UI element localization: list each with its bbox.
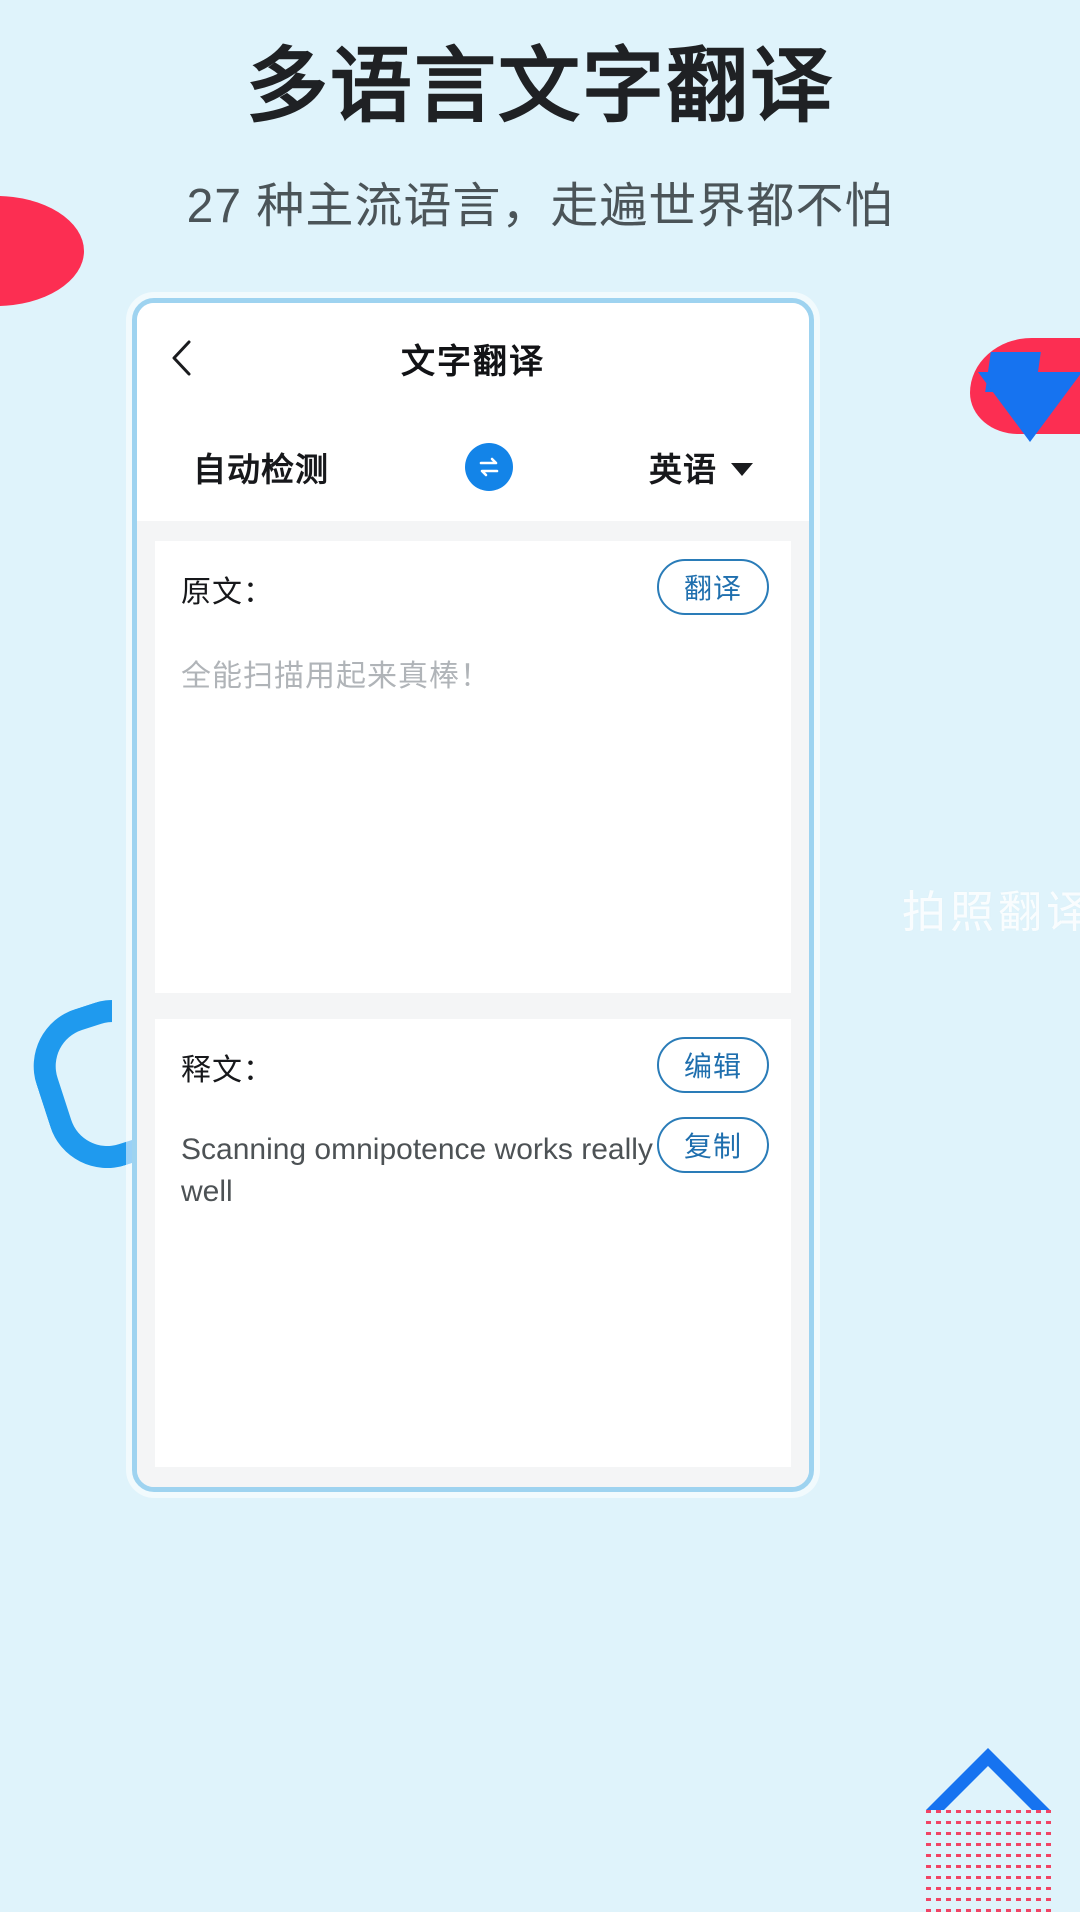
decor-blue-arrow-head	[978, 372, 1080, 442]
copy-button[interactable]: 复制	[657, 1117, 769, 1173]
decor-blue-triangle	[926, 1748, 1050, 1810]
watermark-label: 拍照翻译	[902, 888, 1080, 937]
target-language-selector[interactable]: 英语	[649, 443, 753, 491]
chevron-down-icon	[731, 463, 753, 476]
language-selector-bar: 自动检测 英语	[137, 413, 809, 521]
decor-red-zigzag	[926, 1802, 1056, 1912]
translation-body: 原文： 翻译 全能扫描用起来真棒！ 释文： 编辑 复制 Scanning omn…	[137, 521, 809, 1487]
translate-button[interactable]: 翻译	[657, 559, 769, 615]
decor-blue-arrow-stem	[985, 352, 1041, 392]
target-language-label: 英语	[649, 451, 717, 488]
page-title: 多语言文字翻译	[245, 41, 834, 132]
source-text-input[interactable]: 全能扫描用起来真棒！	[181, 651, 765, 695]
swap-horizontal-icon[interactable]	[465, 443, 513, 491]
result-text-panel: 释文： 编辑 复制 Scanning omnipotence works rea…	[155, 1019, 791, 1467]
back-icon[interactable]	[165, 340, 199, 376]
decor-blue-triangle-inner	[944, 1766, 1032, 1810]
translated-text: Scanning omnipotence works really well	[181, 1133, 653, 1208]
phone-mockup: 文字翻译 自动检测 英语 原文： 翻译 全能扫描用起来真棒！ 释文： 编辑 复制	[132, 298, 814, 1492]
decor-red-blob	[970, 338, 1080, 434]
source-text-panel: 原文： 翻译 全能扫描用起来真棒！	[155, 541, 791, 993]
app-navbar: 文字翻译	[137, 303, 809, 413]
navbar-title: 文字翻译	[401, 342, 545, 381]
page-subtitle: 27 种主流语言，走遍世界都不怕	[186, 180, 894, 233]
source-language-selector[interactable]: 自动检测	[193, 443, 329, 491]
swap-button-wrapper	[329, 443, 649, 491]
edit-button[interactable]: 编辑	[657, 1037, 769, 1093]
